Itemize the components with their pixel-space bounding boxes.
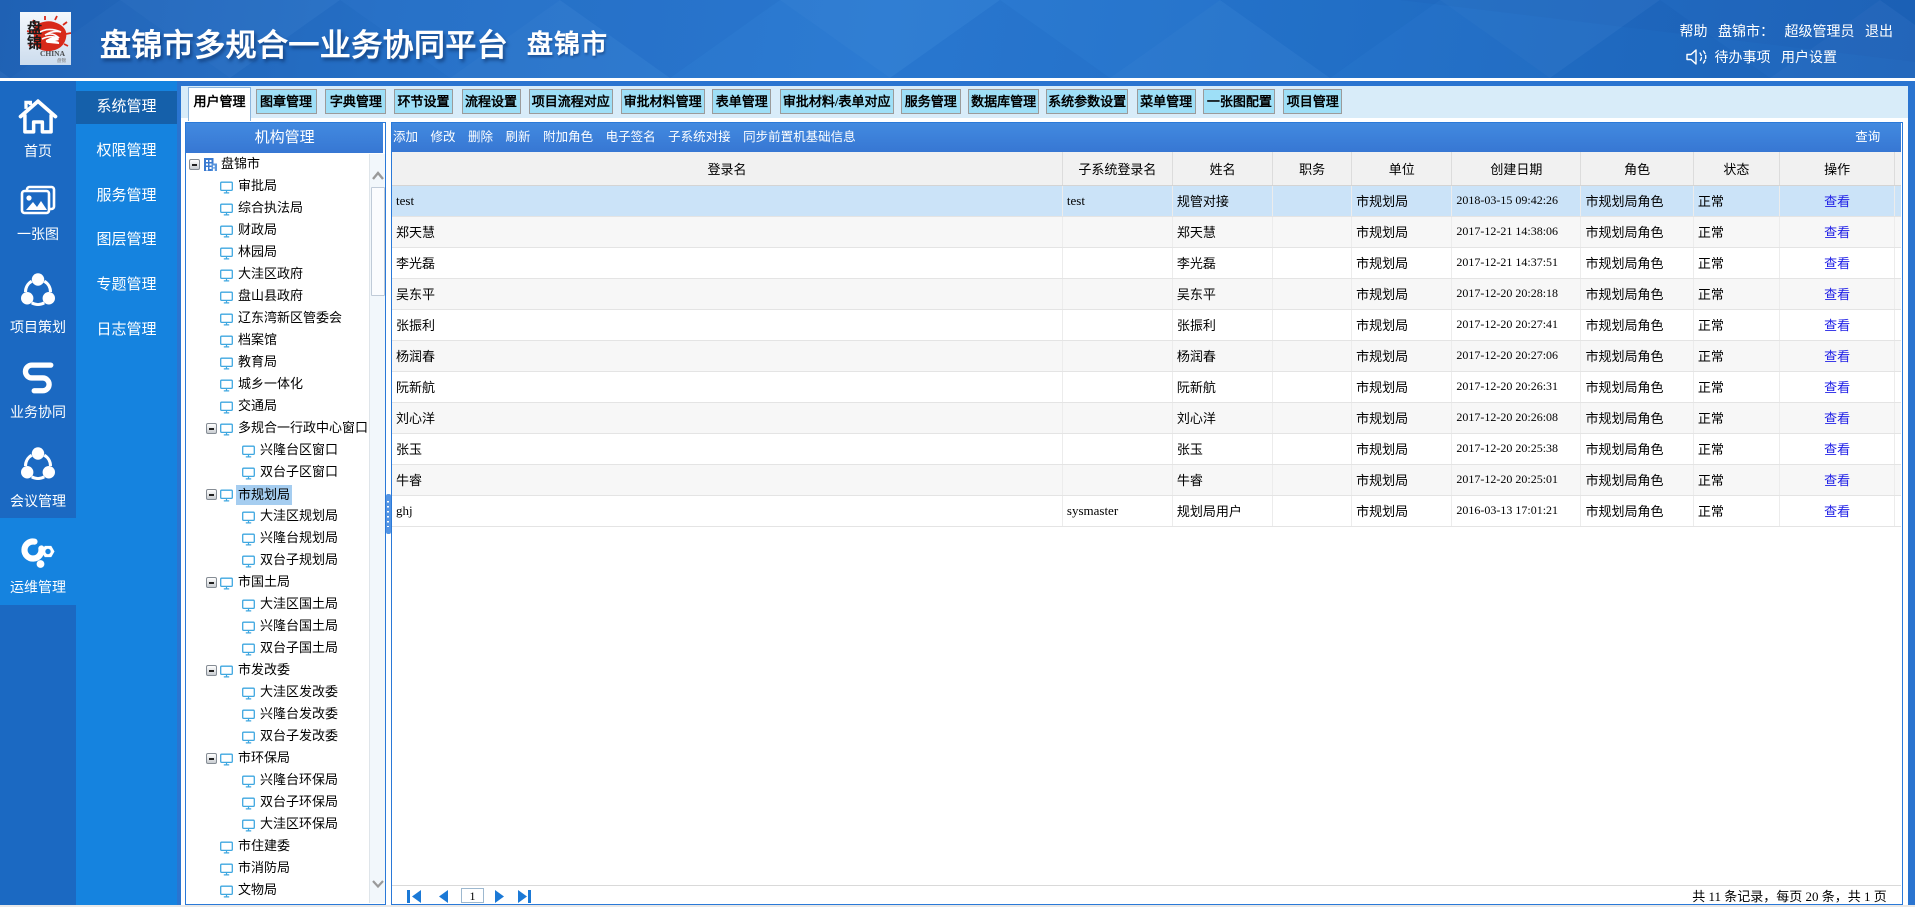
svg-text:盘锦: 盘锦 — [57, 57, 66, 64]
svg-text:CHINA: CHINA — [40, 49, 66, 58]
svg-text:盘: 盘 — [27, 19, 42, 37]
